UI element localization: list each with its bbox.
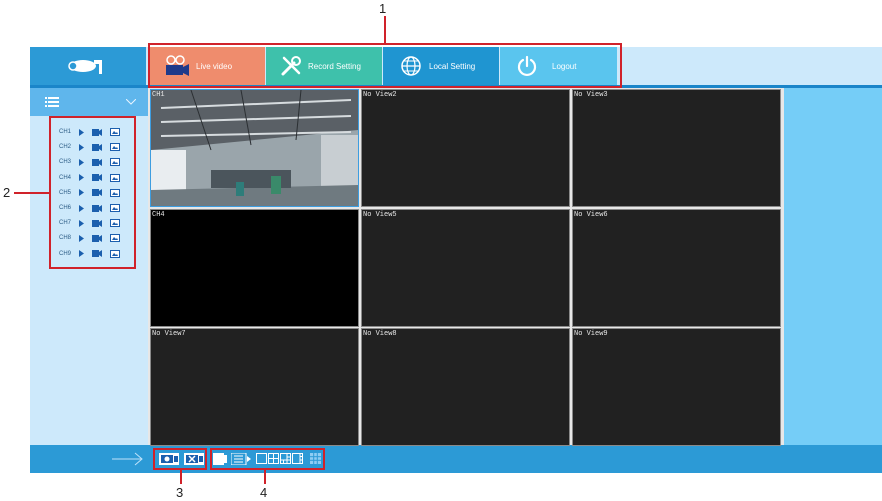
- play-icon[interactable]: [79, 234, 84, 242]
- callout-2: 2: [3, 185, 11, 200]
- annotation-frame-4: [210, 448, 325, 470]
- right-panel: [784, 88, 882, 445]
- video-cell-label: No View3: [574, 91, 608, 99]
- snapshot-icon[interactable]: [110, 158, 120, 167]
- channel-label: CH9: [59, 250, 72, 257]
- play-icon[interactable]: [79, 143, 84, 151]
- channel-row[interactable]: CH2: [59, 140, 128, 154]
- video-cell[interactable]: No View5: [361, 209, 570, 327]
- channel-row[interactable]: CH9: [59, 247, 128, 261]
- play-icon[interactable]: [79, 219, 84, 227]
- channel-row[interactable]: CH1: [59, 125, 128, 139]
- video-cell[interactable]: No View8: [361, 328, 570, 446]
- channel-row[interactable]: CH5: [59, 186, 128, 200]
- leader-line-1: [384, 16, 386, 43]
- video-cell[interactable]: No View7: [150, 328, 359, 446]
- leader-line-3: [180, 470, 182, 484]
- video-cell[interactable]: No View3: [572, 89, 781, 207]
- snapshot-icon[interactable]: [110, 128, 120, 136]
- callout-4: 4: [260, 485, 268, 500]
- list-icon[interactable]: [45, 97, 59, 107]
- record-icon[interactable]: [92, 158, 102, 166]
- record-icon[interactable]: [92, 143, 102, 151]
- video-cell-label: No View6: [574, 211, 608, 219]
- annotation-frame-3: [153, 448, 207, 470]
- video-cell[interactable]: No View6: [572, 209, 781, 327]
- video-cell-label: CH4: [152, 211, 165, 219]
- chevron-down-icon[interactable]: [126, 99, 136, 105]
- screenshot-stage: { "nav": { "live_label": "Live video", "…: [0, 0, 882, 501]
- play-icon[interactable]: [79, 204, 84, 212]
- arrow-right-icon[interactable]: [112, 452, 144, 466]
- channel-row[interactable]: CH4: [59, 171, 128, 185]
- snapshot-icon[interactable]: [110, 143, 120, 152]
- play-icon[interactable]: [79, 189, 84, 197]
- channel-label: CH6: [59, 205, 72, 211]
- record-icon[interactable]: [92, 204, 102, 212]
- camera-feed-image: [151, 90, 358, 206]
- channel-row[interactable]: CH3: [59, 155, 128, 169]
- video-cell-label: No View9: [574, 330, 608, 338]
- callout-1: 1: [379, 1, 387, 16]
- record-icon[interactable]: [92, 128, 102, 136]
- snapshot-icon[interactable]: [110, 219, 120, 228]
- channel-label: CH5: [59, 189, 72, 196]
- annotation-frame-1: [148, 43, 622, 88]
- camera-logo-icon: [68, 60, 102, 74]
- snapshot-icon[interactable]: [110, 234, 120, 243]
- play-icon[interactable]: [79, 250, 84, 258]
- snapshot-icon[interactable]: [110, 188, 120, 197]
- record-icon[interactable]: [92, 174, 102, 182]
- channel-label: CH8: [59, 235, 72, 242]
- snapshot-icon[interactable]: [110, 173, 120, 182]
- record-icon[interactable]: [92, 219, 102, 227]
- video-cell-label: No View7: [152, 330, 186, 338]
- snapshot-icon[interactable]: [110, 204, 120, 212]
- video-cell[interactable]: CH1: [150, 89, 359, 207]
- channel-label: CH4: [59, 174, 72, 181]
- video-cell-label: CH1: [152, 91, 165, 99]
- channel-label: CH3: [59, 159, 72, 166]
- record-icon[interactable]: [92, 250, 102, 258]
- video-cell[interactable]: No View9: [572, 328, 781, 446]
- channel-label: CH2: [59, 144, 72, 151]
- play-icon[interactable]: [79, 128, 84, 136]
- channel-row[interactable]: CH8: [59, 231, 128, 245]
- video-cell-label: No View8: [363, 330, 397, 338]
- play-icon[interactable]: [79, 174, 84, 182]
- channel-row[interactable]: CH7: [59, 216, 128, 230]
- channel-row[interactable]: CH6: [59, 201, 128, 215]
- snapshot-icon[interactable]: [110, 249, 120, 258]
- video-cell[interactable]: CH4: [150, 209, 359, 327]
- record-icon[interactable]: [92, 189, 102, 197]
- channel-label: CH1: [59, 129, 72, 135]
- leader-line-2: [14, 192, 49, 194]
- logo: [30, 47, 146, 85]
- video-cell-label: No View2: [363, 91, 397, 99]
- leader-line-4: [264, 470, 266, 484]
- video-cell[interactable]: No View2: [361, 89, 570, 207]
- record-icon[interactable]: [92, 234, 102, 242]
- play-icon[interactable]: [79, 158, 84, 166]
- video-cell-label: No View5: [363, 211, 397, 219]
- channel-label: CH7: [59, 220, 72, 227]
- callout-3: 3: [176, 485, 184, 500]
